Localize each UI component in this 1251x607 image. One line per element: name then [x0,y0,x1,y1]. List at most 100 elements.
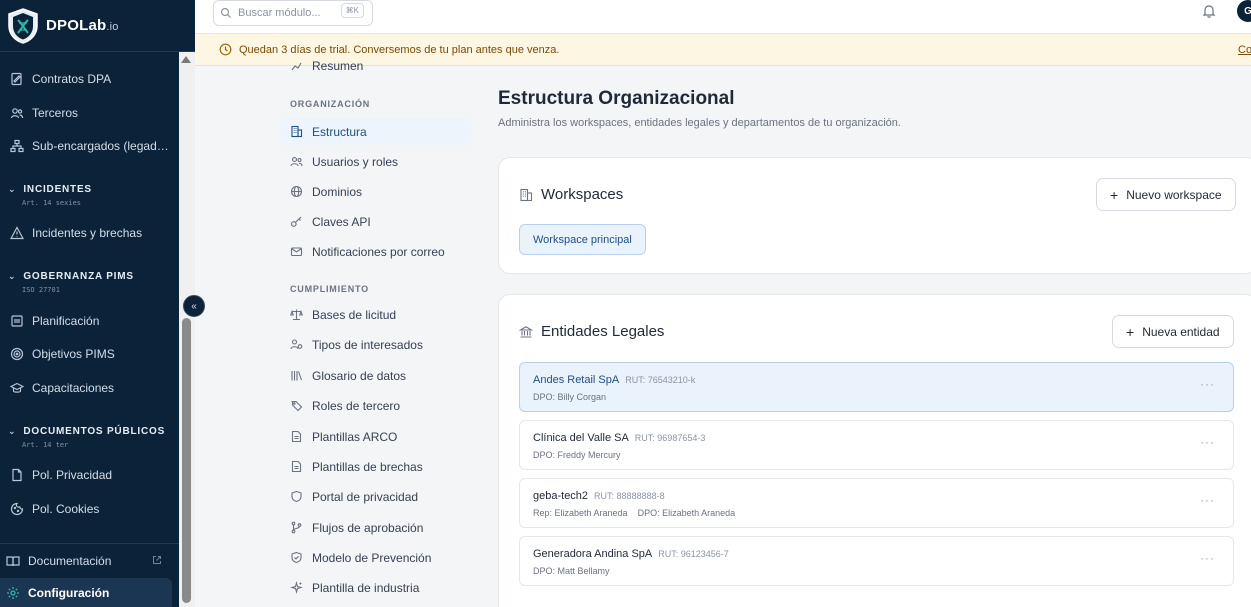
settings-nav-roles-tercero[interactable]: Roles de tercero [280,392,472,419]
settings-nav-plantillas-arco[interactable]: Plantillas ARCO [280,423,472,450]
entity-name-text: Clínica del Valle SA [533,432,629,444]
sidebar-item-label: Contratos DPA [32,72,112,86]
settings-nav-dominios[interactable]: Dominios [280,178,472,205]
settings-nav-label: Estructura [312,124,367,139]
more-options-icon[interactable]: ··· [1200,493,1215,507]
sidebar-item-sub-encargados[interactable]: Sub-encargados (legad… [10,137,169,155]
sidebar-item-terceros[interactable]: Terceros [10,104,78,122]
new-entity-label: Nueva entidad [1142,324,1220,339]
workspace-chip[interactable]: Workspace principal [519,224,646,255]
file-text-icon [290,460,303,473]
settings-nav-section-header: ORGANIZACIÓN [290,99,371,109]
sidebar-item-objetivos-pims[interactable]: Objetivos PIMS [10,345,115,363]
settings-nav-label: Portal de privacidad [312,489,419,504]
settings-nav-estructura[interactable]: Estructura [280,118,472,145]
sidebar-item-configuracion[interactable]: Configuración [6,584,109,602]
sidebar-scrollbar-thumb[interactable] [182,318,191,603]
file-text-icon [290,430,303,443]
sidebar-item-pol-cookies[interactable]: Pol. Cookies [10,500,99,518]
sidebar-item-incidentes[interactable]: Incidentes y brechas [10,224,142,242]
settings-nav-portal-privacidad[interactable]: Portal de privacidad [280,483,472,510]
scroll-up-arrow-icon[interactable] [181,56,191,63]
file-signature-icon [10,72,24,86]
workspaces-card-title: Workspaces [519,186,623,203]
bank-icon [519,325,533,339]
search-placeholder: Buscar módulo... [238,7,321,19]
entity-row[interactable]: geba-tech2 RUT: 88888888-8 Rep: Elizabeth… [519,478,1234,528]
settings-nav-label: Resumen [312,59,364,73]
settings-nav-tipos-interesados[interactable]: Tipos de interesados [280,331,472,358]
chevron-down-icon: ⌄ [8,271,17,281]
settings-nav-glosario[interactable]: Glosario de datos [280,362,472,389]
settings-nav-notificaciones[interactable]: Notificaciones por correo [280,238,472,265]
workspace-chip-label: Workspace principal [533,233,632,246]
settings-nav-label: Dominios [312,184,363,199]
search-icon [220,7,231,18]
bell-icon[interactable] [1201,3,1217,19]
settings-nav-plantillas-brechas[interactable]: Plantillas de brechas [280,453,472,480]
settings-nav-plantilla-industria[interactable]: Plantilla de industria [280,574,472,601]
settings-nav-label: Bases de licitud [312,307,397,322]
sidebar-section-gobernanza[interactable]: ⌄ GOBERNANZA PIMS [8,271,134,282]
more-options-icon[interactable]: ··· [1200,551,1215,565]
plus-icon: + [1110,186,1119,203]
search-input[interactable]: Buscar módulo... ⌘K [213,0,373,26]
sidebar-section-label: DOCUMENTOS PÚBLICOS [23,426,166,437]
sidebar-item-label: Terceros [32,106,79,120]
settings-nav-claves-api[interactable]: Claves API [280,208,472,235]
new-workspace-button[interactable]: + Nuevo workspace [1096,178,1236,211]
entity-row[interactable]: Generadora Andina SpA RUT: 96123456-7 DPO… [519,536,1234,586]
brand[interactable]: DPOLab.io [0,0,195,52]
settings-nav-usuarios[interactable]: Usuarios y roles [280,148,472,175]
sidebar-item-label: Incidentes y brechas [32,226,143,240]
sidebar-item-planificacion[interactable]: Planificación [10,312,99,330]
key-icon [290,215,303,228]
plus-icon: + [1126,323,1135,340]
more-options-icon[interactable]: ··· [1200,435,1215,449]
settings-nav-resumen[interactable]: Resumen [280,56,472,76]
entity-detail: Rep: Elizabeth Araneda DPO: Elizabeth Ar… [533,508,736,518]
sidebar-divider [0,543,179,544]
entity-row[interactable]: Andes Retail SpA RUT: 76543210-k DPO: Bil… [519,362,1234,412]
sidebar-section-incidentes[interactable]: ⌄ INCIDENTES [8,184,92,195]
trial-banner-link[interactable]: Co [1238,44,1251,56]
entity-row[interactable]: Clínica del Valle SA RUT: 96987654-3 DPO:… [519,420,1234,470]
sidebar-item-contratos-dpa[interactable]: Contratos DPA [10,70,111,88]
new-entity-button[interactable]: + Nueva entidad [1112,315,1234,348]
entity-name: Clínica del Valle SA RUT: 96987654-3 [533,432,705,444]
sidebar-section-sub: Art. 14 sexies [22,199,82,207]
avatar[interactable]: G [1237,0,1251,22]
globe-icon [290,185,303,198]
workspaces-title-text: Workspaces [541,186,624,203]
collapse-sidebar-button[interactable]: « [183,295,205,317]
sidebar-item-label: Objetivos PIMS [32,347,115,361]
entity-rut: RUT: 88888888-8 [594,491,665,501]
settings-nav-modelo-prevencion[interactable]: Modelo de Prevención [280,544,472,571]
settings-nav-flujos-aprobacion[interactable]: Flujos de aprobación [280,514,472,541]
chevrons-left-icon: « [191,300,197,312]
external-link-icon [152,554,162,564]
sidebar-item-capacitaciones[interactable]: Capacitaciones [10,379,114,397]
workspaces-card: Workspaces + Nuevo workspace Workspace p… [498,157,1251,274]
sidebar-item-pol-privacidad[interactable]: Pol. Privacidad [10,466,112,484]
user-group-icon [290,338,303,351]
settings-nav-bases-licitud[interactable]: Bases de licitud [280,301,472,328]
sidebar-section-documentos[interactable]: ⌄ DOCUMENTOS PÚBLICOS [8,426,165,437]
settings-nav-label: Plantilla de industria [312,580,420,595]
shield-icon [290,490,303,503]
entity-rut: RUT: 76543210-k [625,375,696,385]
building-icon [519,188,533,202]
settings-nav-label: Plantillas de brechas [312,459,423,474]
entity-name: Andes Retail SpA RUT: 76543210-k [533,374,695,386]
keyboard-shortcut-badge: ⌘K [340,3,364,18]
settings-nav-section-header: CUMPLIMIENTO [290,284,369,294]
scale-icon [290,308,303,321]
settings-nav-label: Modelo de Prevención [312,550,432,565]
sidebar-item-label: Capacitaciones [32,381,115,395]
users-icon [290,155,303,168]
more-options-icon[interactable]: ··· [1200,377,1215,391]
sidebar-item-label: Configuración [28,586,110,600]
settings-nav-label: Flujos de aprobación [312,520,424,535]
sidebar-item-documentacion[interactable]: Documentación [6,552,166,570]
warning-triangle-icon [10,226,24,240]
